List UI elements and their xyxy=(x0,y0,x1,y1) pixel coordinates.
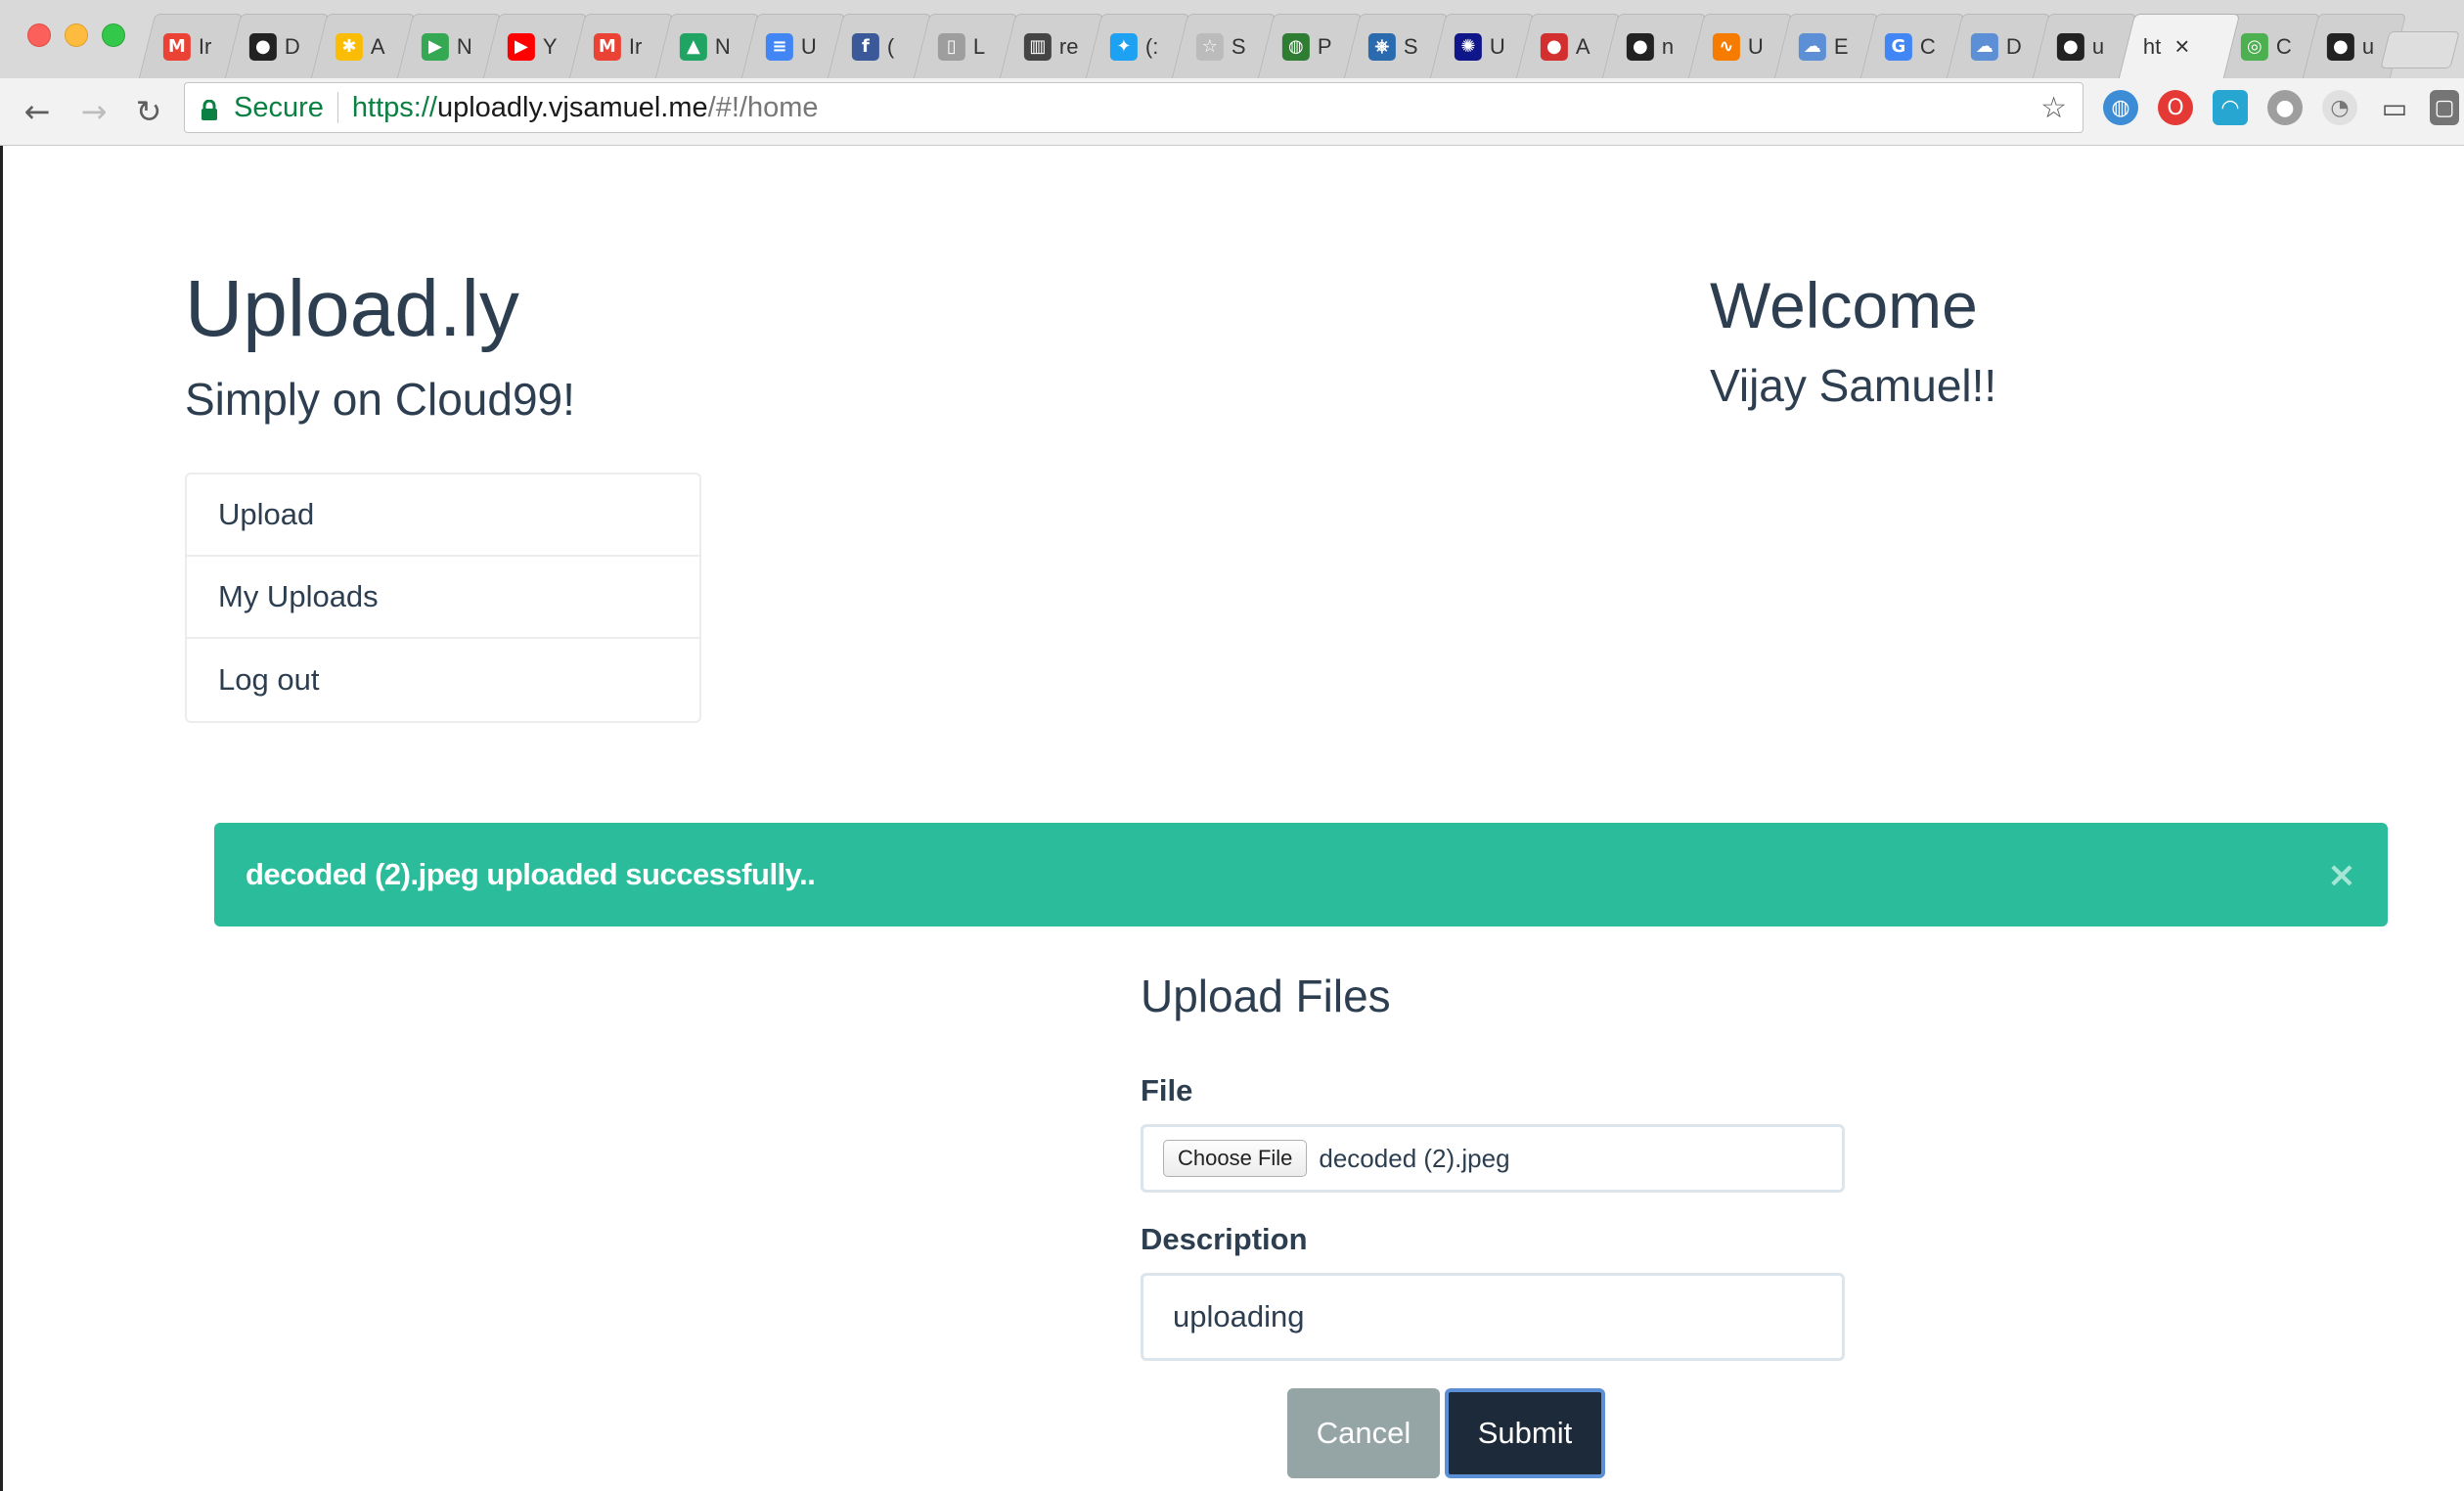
cloud-icon: ☁ xyxy=(1970,32,1998,61)
tab-title: ht xyxy=(2142,33,2162,59)
page-content: Upload.ly Simply on Cloud99! Welcome Vij… xyxy=(0,146,2464,1491)
selected-file-name: decoded (2).jpeg xyxy=(1319,1143,1510,1173)
github-icon: ● xyxy=(248,32,277,61)
tab-strip: M Ir ● D ✱ A ▶ N ▶ Y M Ir ▲ N ≡ Uf ( ▯ L ▥ re ✦ (: ☆ S ◍ P ⎈ S ✺ U ● A ● n… xyxy=(0,0,2464,78)
alert-message: decoded (2).jpeg uploaded successfully.. xyxy=(246,857,816,891)
helm-wheel-icon: ⎈ xyxy=(1367,32,1396,61)
upload-form-title: Upload Files xyxy=(1141,971,1391,1021)
description-label: Description xyxy=(1141,1222,1308,1256)
omnibox-separator xyxy=(336,92,338,123)
globe-extension-icon[interactable]: ◍ xyxy=(2103,90,2138,125)
opera-extension-icon[interactable]: O xyxy=(2158,90,2193,125)
file-input[interactable]: Choose File decoded (2).jpeg xyxy=(1141,1124,1845,1193)
photos-icon: ✱ xyxy=(335,32,363,61)
tab-title: S xyxy=(1403,33,1418,59)
close-tab-icon[interactable]: × xyxy=(2174,31,2189,62)
tab-title: A xyxy=(370,33,385,59)
tab-title: (: xyxy=(1144,33,1159,59)
tab-title: Y xyxy=(542,33,558,59)
choose-file-button[interactable]: Choose File xyxy=(1163,1140,1308,1177)
tab-title: P xyxy=(1317,33,1332,59)
browser-chrome: M Ir ● D ✱ A ▶ N ▶ Y M Ir ▲ N ≡ Uf ( ▯ L ▥ re ✦ (: ☆ S ◍ P ⎈ S ✺ U ● A ● n… xyxy=(0,0,2464,146)
url-path: /#!/home xyxy=(707,91,819,123)
tab-title: C xyxy=(2275,33,2292,59)
url-scheme: https:// xyxy=(351,91,437,123)
audio-icon: ∿ xyxy=(1712,32,1740,61)
tab-title: C xyxy=(1919,33,1936,59)
document-icon: ▯ xyxy=(937,32,965,61)
cloud-icon: ☁ xyxy=(1798,32,1826,61)
tab-title: U xyxy=(800,33,817,59)
submit-button[interactable]: Submit xyxy=(1445,1388,1605,1478)
gmail-icon: M xyxy=(593,32,621,61)
secure-label: Secure xyxy=(234,91,324,123)
cast-icon[interactable]: ▭ xyxy=(2377,90,2412,125)
youtube-icon: ▶ xyxy=(507,32,535,61)
chart-icon: ▥ xyxy=(1023,32,1052,61)
tab-title: U xyxy=(1489,33,1505,59)
minimize-window-button[interactable] xyxy=(65,23,88,47)
tab-title: Ir xyxy=(628,33,643,59)
tab-title: L xyxy=(972,33,986,59)
play-icon: ▶ xyxy=(421,32,449,61)
docs-icon: ≡ xyxy=(765,32,793,61)
cancel-button[interactable]: Cancel xyxy=(1287,1388,1440,1478)
tab-title: U xyxy=(1747,33,1764,59)
moon-extension-icon[interactable]: ◔ xyxy=(2322,90,2357,125)
drive-icon: ▲ xyxy=(679,32,707,61)
close-window-button[interactable] xyxy=(27,23,51,47)
tab-title: S xyxy=(1231,33,1246,59)
globe-icon: ◍ xyxy=(1281,32,1310,61)
welcome-heading: Welcome xyxy=(1710,269,1978,341)
new-tab-button[interactable] xyxy=(2380,31,2460,68)
facebook-icon: f xyxy=(851,32,879,61)
github-icon: ● xyxy=(2056,32,2084,61)
address-bar[interactable]: Secure https://uploadly.vjsamuel.me/#!/h… xyxy=(184,82,2083,133)
star-page-icon: ☆ xyxy=(1195,32,1224,61)
tab-title: u xyxy=(2091,33,2105,59)
side-menu: Upload My Uploads Log out xyxy=(185,473,701,723)
menu-item-upload[interactable]: Upload xyxy=(187,474,699,557)
chrome-icon: ◎ xyxy=(2240,32,2268,61)
back-arrow-icon[interactable]: ← xyxy=(18,92,57,131)
google-icon: G xyxy=(1884,32,1912,61)
tab-title: E xyxy=(1833,33,1849,59)
success-alert: decoded (2).jpeg uploaded successfully..… xyxy=(214,823,2388,926)
url-host: uploadly.vjsamuel.me xyxy=(436,91,708,123)
github-icon: ● xyxy=(1626,32,1654,61)
browser-tabs: M Ir ● D ✱ A ▶ N ▶ Y M Ir ▲ N ≡ Uf ( ▯ L ▥ re ✦ (: ☆ S ◍ P ⎈ S ✺ U ● A ● n… xyxy=(138,14,2464,78)
tab-title: u xyxy=(2361,33,2375,59)
bookmark-star-icon[interactable]: ☆ xyxy=(2040,91,2067,125)
helm-icon: ✺ xyxy=(1454,32,1482,61)
tab-title: D xyxy=(2005,33,2022,59)
tab-title: ( xyxy=(886,33,895,59)
tab-title: N xyxy=(456,33,472,59)
red-circle-icon: ● xyxy=(1540,32,1568,61)
description-input[interactable]: uploading xyxy=(1141,1273,1845,1361)
reload-icon[interactable]: ↻ xyxy=(129,92,168,131)
menu-item-my-uploads[interactable]: My Uploads xyxy=(187,557,699,639)
grey-extension-icon[interactable]: ● xyxy=(2267,90,2303,125)
tab-title: A xyxy=(1575,33,1590,59)
extension-square-icon[interactable]: ▢ xyxy=(2430,90,2459,125)
lock-icon xyxy=(201,97,218,120)
user-name: Vijay Samuel!! xyxy=(1710,360,1997,411)
twitter-icon: ✦ xyxy=(1109,32,1138,61)
tab-title: n xyxy=(1661,33,1675,59)
menu-item-log-out[interactable]: Log out xyxy=(187,639,699,721)
brand-tagline: Simply on Cloud99! xyxy=(185,374,575,425)
gmail-icon: M xyxy=(162,32,191,61)
brand-title: Upload.ly xyxy=(185,264,519,353)
zoom-window-button[interactable] xyxy=(102,23,125,47)
tab-title: D xyxy=(284,33,300,59)
tab-title: Ir xyxy=(198,33,212,59)
forward-arrow-icon[interactable]: → xyxy=(74,92,113,131)
wave-extension-icon[interactable]: ◠ xyxy=(2213,90,2248,125)
tab-title: N xyxy=(714,33,731,59)
tab-title: re xyxy=(1058,33,1079,59)
file-label: File xyxy=(1141,1073,1193,1107)
browser-tab[interactable]: ht × xyxy=(2118,14,2241,78)
close-icon[interactable]: × xyxy=(2327,855,2356,895)
github-icon: ● xyxy=(2326,32,2354,61)
